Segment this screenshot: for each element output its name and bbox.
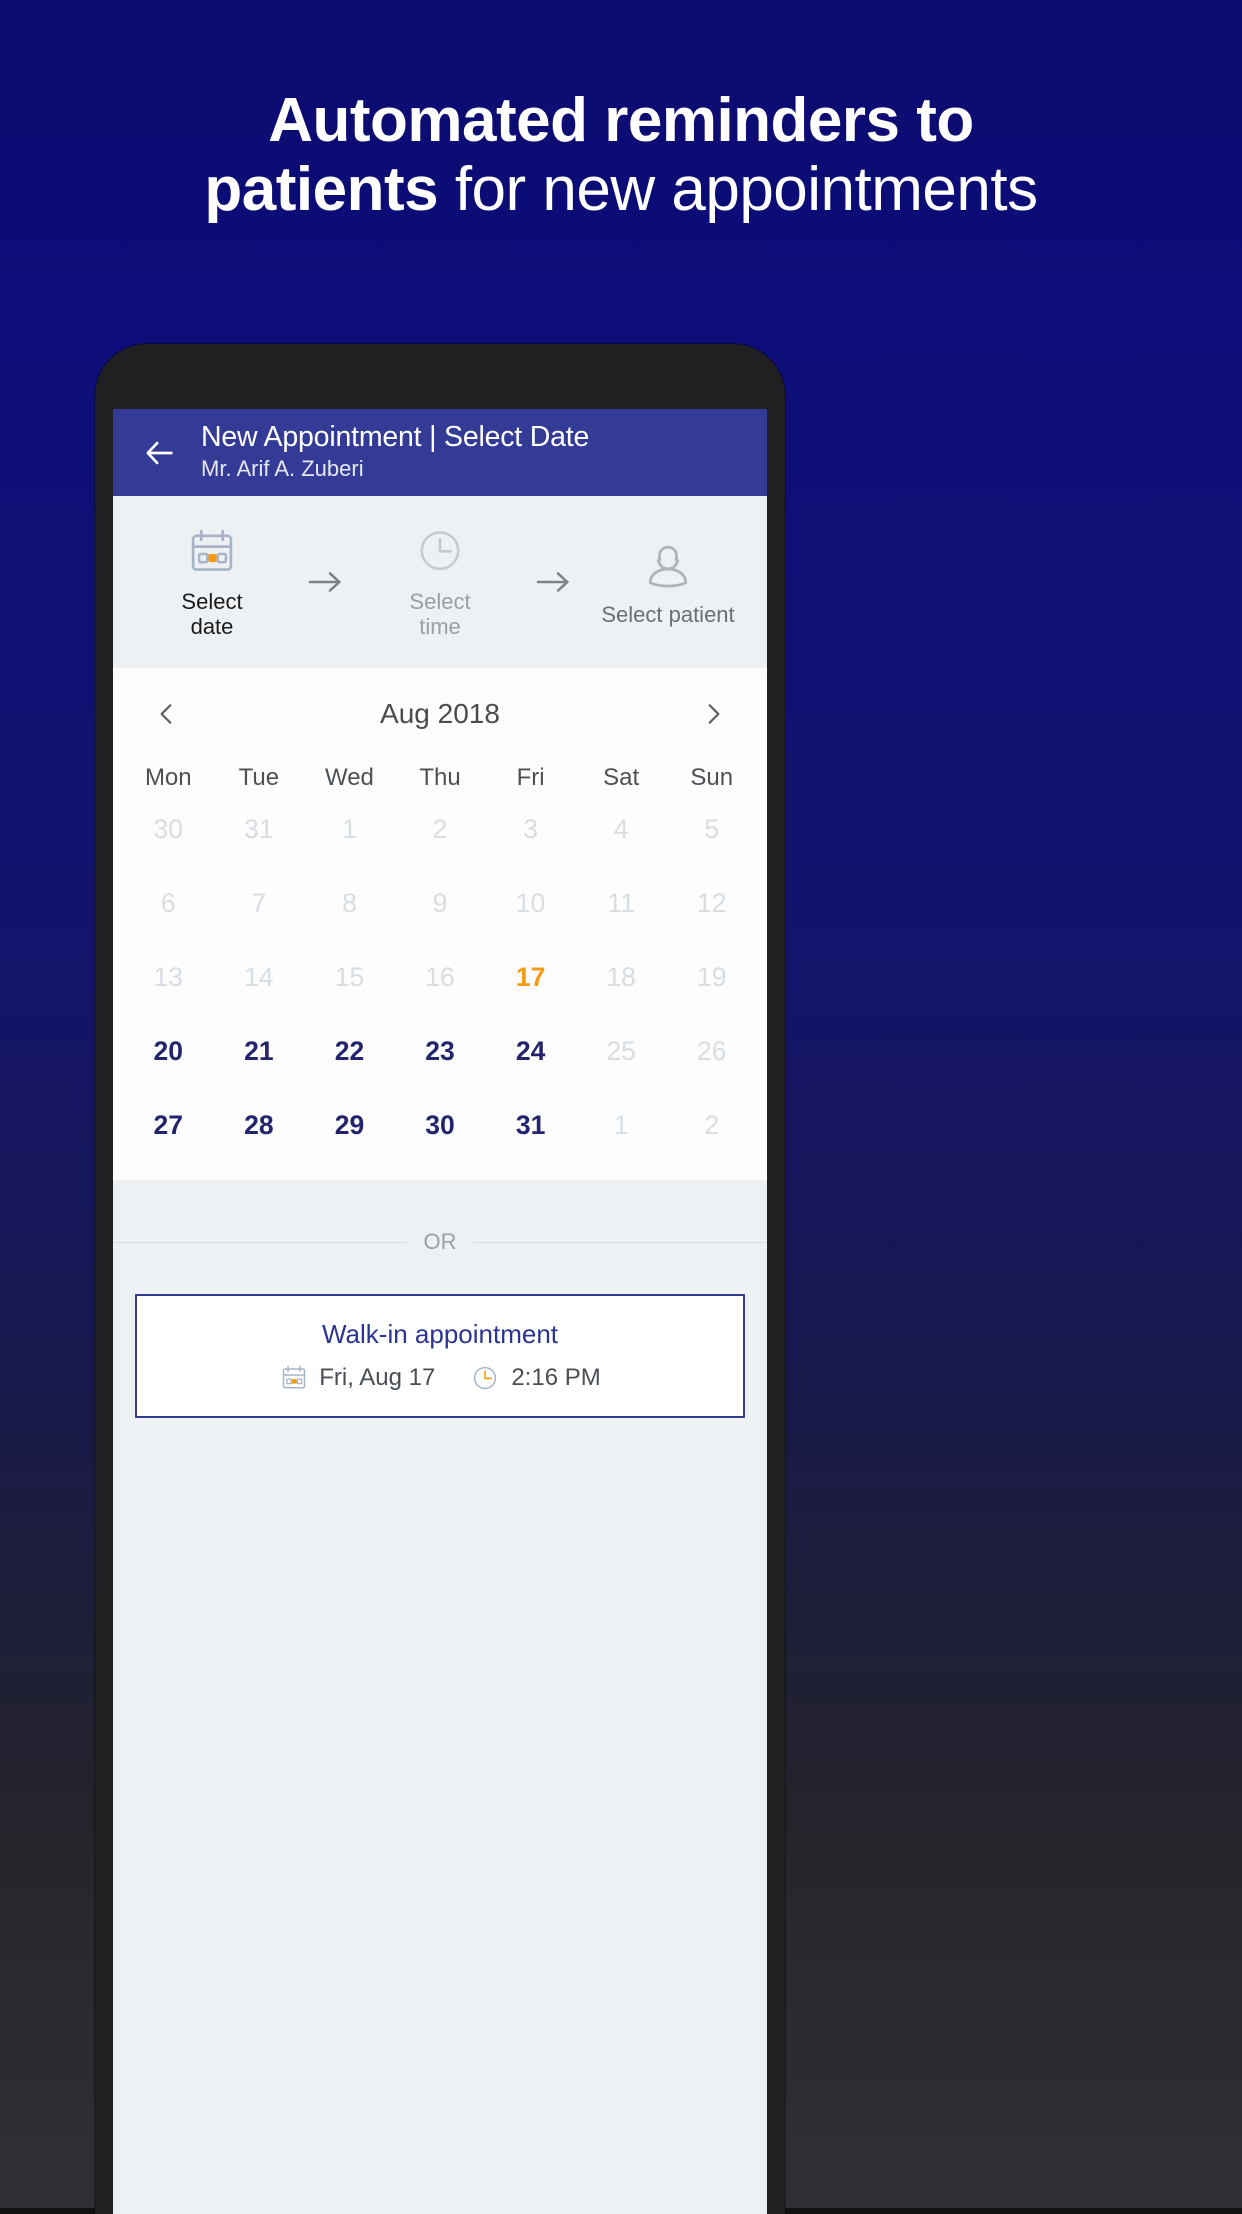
- calendar-day-22[interactable]: 22: [304, 1014, 395, 1088]
- calendar-day-21[interactable]: 21: [214, 1014, 305, 1088]
- headline-line-2-bold: patients: [204, 155, 439, 225]
- calendar-month-nav: Aug 2018: [113, 668, 767, 760]
- walkin-meta: Fri, Aug 17 2:16 PM: [279, 1362, 601, 1394]
- app-bar-titles: New Appointment | Select Date Mr. Arif A…: [201, 420, 590, 484]
- step-select-patient-label: Select patient: [601, 601, 735, 627]
- calendar-day-15: 15: [334, 962, 365, 992]
- clock-icon-small: [469, 1362, 501, 1394]
- phone-screen: New Appointment | Select Date Mr. Arif A…: [113, 409, 767, 2214]
- weekday-tue: Tue: [238, 764, 280, 791]
- calendar-day-2: 2: [432, 814, 448, 844]
- calendar-day-12: 12: [697, 888, 727, 918]
- calendar-day-4: 4: [613, 814, 629, 844]
- weekday-wed: Wed: [324, 764, 374, 791]
- calendar-day-1: 1: [342, 814, 357, 844]
- calendar-day-8: 8: [342, 888, 357, 918]
- calendar-day-30[interactable]: 30: [395, 1088, 486, 1162]
- calendar-week-row: 20 21 22 23 24 25 26: [113, 1014, 767, 1088]
- walkin-appointment-card[interactable]: Walk-in appointment Fri, Aug 17 2:16 PM: [135, 1294, 745, 1418]
- calendar-day-26: 26: [697, 1036, 727, 1066]
- step-select-time-label: Select time: [357, 590, 523, 639]
- clock-icon: [413, 524, 467, 580]
- calendar-day-3: 3: [523, 814, 538, 844]
- calendar-day-11: 11: [607, 888, 635, 918]
- calendar-day-25: 25: [606, 1036, 636, 1066]
- walkin-title: Walk-in appointment: [321, 1318, 559, 1349]
- step-select-date[interactable]: Select date: [129, 524, 295, 639]
- calendar-day-28[interactable]: 28: [214, 1088, 305, 1162]
- weekday-sun: Sun: [690, 764, 734, 791]
- calendar-day-23[interactable]: 23: [395, 1014, 486, 1088]
- headline-line-2-regular: for new appointments: [438, 155, 1038, 225]
- calendar-weekday-header: Mon Tue Wed Thu Fri Sat Sun: [113, 760, 767, 792]
- promo-headline: Automated reminders to patients for new …: [0, 86, 1242, 225]
- calendar-icon-small: [279, 1363, 309, 1393]
- step-select-time[interactable]: Select time: [357, 524, 523, 639]
- arrow-right-icon: [295, 567, 357, 597]
- step-select-date-label: Select date: [129, 590, 295, 639]
- calendar-day-1: 1: [613, 1110, 629, 1140]
- calendar-week-row: 30 31 1 2 3 4 5: [113, 792, 767, 866]
- calendar-day-6: 6: [160, 888, 176, 918]
- calendar-day-29[interactable]: 29: [304, 1088, 395, 1162]
- calendar-month-label: Aug 2018: [380, 698, 500, 729]
- person-icon: [639, 537, 697, 593]
- calendar-day-2: 2: [704, 1110, 720, 1140]
- calendar-week-row: 27 28 29 30 31 1 2: [113, 1088, 767, 1162]
- calendar-day-16: 16: [425, 962, 455, 992]
- page-subtitle: Mr. Arif A. Zuberi: [201, 455, 364, 481]
- chevron-left-icon[interactable]: [147, 694, 187, 734]
- arrow-right-icon-2: [523, 567, 585, 597]
- or-divider: OR: [113, 1180, 767, 1288]
- app-bar: New Appointment | Select Date Mr. Arif A…: [113, 409, 767, 496]
- weekday-fri: Fri: [516, 764, 545, 791]
- calendar-day-5: 5: [704, 814, 720, 844]
- step-date-label-line2: date: [190, 614, 234, 639]
- step-time-label-line1: Select: [409, 589, 471, 615]
- weekday-thu: Thu: [419, 764, 461, 791]
- calendar-day-9: 9: [432, 888, 448, 918]
- calendar-day-18: 18: [606, 962, 636, 992]
- weekday-sat: Sat: [603, 764, 640, 791]
- calendar-day-19: 19: [697, 962, 727, 992]
- calendar-day-17-today[interactable]: 17: [485, 940, 576, 1014]
- step-time-label-line2: time: [419, 614, 461, 639]
- phone-frame: New Appointment | Select Date Mr. Arif A…: [95, 344, 785, 2214]
- calendar-weeks: 30 31 1 2 3 4 5 6 7 8 9 10 11 12 13 14 15 16 17 18 19 20 21 22 2…: [113, 792, 767, 1162]
- weekday-mon: Mon: [144, 764, 192, 791]
- walkin-date: Fri, Aug 17: [319, 1363, 436, 1391]
- calendar-day-10: 10: [515, 888, 546, 918]
- calendar-day-20[interactable]: 20: [123, 1014, 214, 1088]
- calendar-day-24[interactable]: 24: [485, 1014, 576, 1088]
- walkin-section: Walk-in appointment Fri, Aug 17 2:16 PM: [113, 1288, 767, 1418]
- step-date-label-line1: Select: [181, 589, 243, 615]
- walkin-time: 2:16 PM: [511, 1363, 601, 1391]
- headline-line-1: Automated reminders to: [268, 86, 974, 155]
- step-select-patient[interactable]: Select patient: [585, 537, 751, 628]
- calendar-day-7: 7: [251, 888, 267, 918]
- wizard-stepper: Select date Select time Select patient: [113, 496, 767, 668]
- calendar-icon: [185, 524, 239, 580]
- back-arrow-icon[interactable]: [137, 430, 183, 476]
- calendar-week-row: 6 7 8 9 10 11 12: [113, 866, 767, 940]
- chevron-right-icon[interactable]: [693, 694, 733, 734]
- calendar: Aug 2018 Mon Tue Wed Thu Fri Sat Sun 30 3…: [113, 668, 767, 1180]
- page-title: New Appointment | Select Date: [201, 420, 590, 453]
- calendar-day-31: 31: [244, 814, 274, 844]
- calendar-day-27[interactable]: 27: [123, 1088, 214, 1162]
- calendar-week-row: 13 14 15 16 17 18 19: [113, 940, 767, 1014]
- divider-label: OR: [407, 1229, 473, 1255]
- calendar-day-31[interactable]: 31: [485, 1088, 576, 1162]
- calendar-day-30: 30: [153, 814, 184, 844]
- calendar-day-14: 14: [244, 962, 274, 992]
- calendar-day-13: 13: [153, 962, 184, 992]
- screen-filler: [113, 1418, 767, 1838]
